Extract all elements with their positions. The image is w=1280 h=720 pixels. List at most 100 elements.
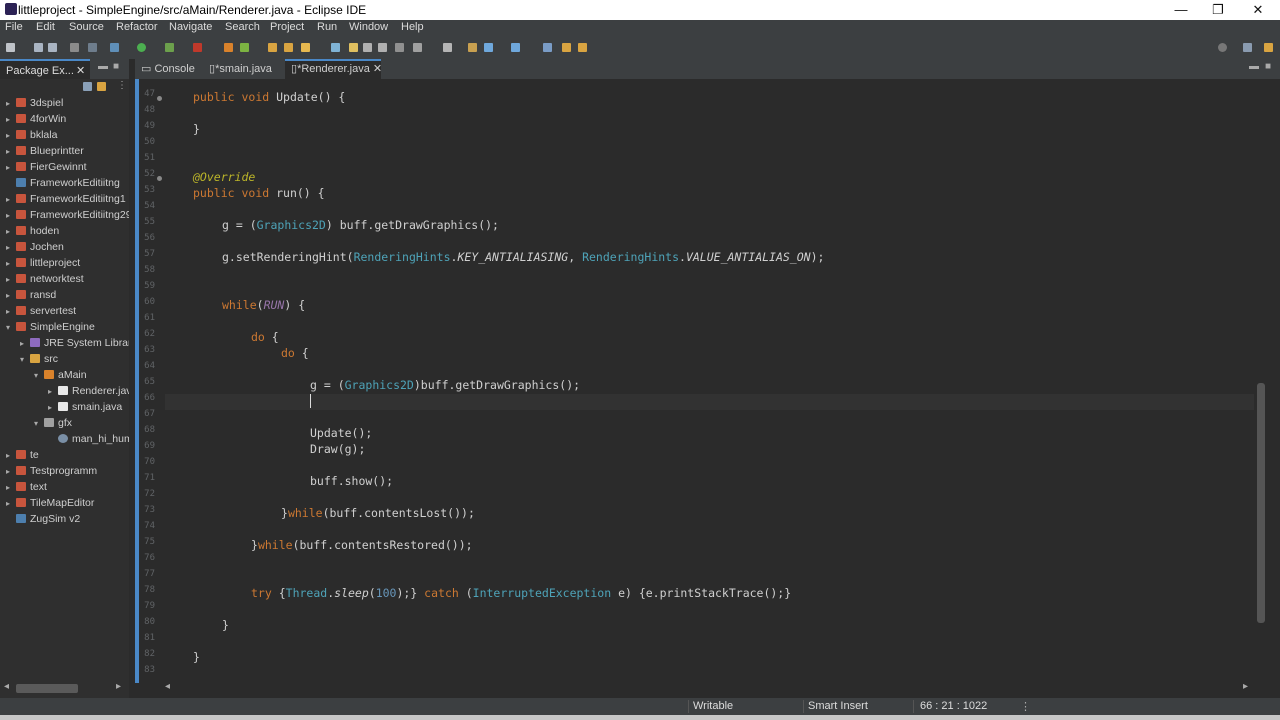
expand-arrow-icon[interactable]: ▸ xyxy=(20,336,30,352)
tree-item[interactable]: ▸ Blueprintter xyxy=(6,143,84,159)
tree-item[interactable]: ▸ text xyxy=(6,479,47,495)
view-menu-icon[interactable]: ⋮ xyxy=(117,80,127,91)
expand-arrow-icon[interactable]: ▾ xyxy=(34,416,44,432)
expand-arrow-icon[interactable]: ▸ xyxy=(6,496,16,512)
status-cursor-position[interactable]: 66 : 21 : 1022 xyxy=(920,700,987,712)
tree-item[interactable]: ▸ servertest xyxy=(6,303,76,319)
java-perspective-right-icon[interactable] xyxy=(1264,43,1273,52)
expand-arrow-icon[interactable]: ▸ xyxy=(6,208,16,224)
show-whitespace-icon[interactable] xyxy=(378,43,387,52)
tree-item[interactable]: ▸ littleproject xyxy=(6,255,80,271)
search-icon[interactable] xyxy=(1218,43,1227,52)
tree-item[interactable]: ZugSim v2 xyxy=(6,511,80,527)
scroll-right-icon[interactable]: ▸ xyxy=(116,681,121,692)
tab-console[interactable]: ▭ Console xyxy=(135,59,203,79)
maximize-editor-icon[interactable]: ■ xyxy=(1265,61,1271,72)
expand-arrow-icon[interactable]: ▾ xyxy=(34,368,44,384)
expand-arrow-icon[interactable]: ▸ xyxy=(6,288,16,304)
expand-arrow-icon[interactable]: ▸ xyxy=(48,400,58,416)
external-tools-icon[interactable] xyxy=(193,43,202,52)
close-icon[interactable]: ✕ xyxy=(373,63,382,75)
expand-arrow-icon[interactable]: ▸ xyxy=(6,224,16,240)
close-window-button[interactable]: ✕ xyxy=(1240,0,1276,20)
run-icon[interactable] xyxy=(137,43,146,52)
tree-item[interactable]: FrameworkEditiitng xyxy=(6,175,120,191)
expand-arrow-icon[interactable]: ▸ xyxy=(6,448,16,464)
debug-perspective-icon[interactable] xyxy=(578,43,587,52)
tree-item[interactable]: ▸ bklala xyxy=(6,127,57,143)
menu-project[interactable]: Project xyxy=(270,21,304,33)
new-icon[interactable] xyxy=(6,43,15,52)
expand-arrow-icon[interactable]: ▸ xyxy=(6,272,16,288)
print-icon[interactable] xyxy=(70,43,79,52)
new-package-icon[interactable] xyxy=(240,43,249,52)
expand-arrow-icon[interactable]: ▸ xyxy=(6,192,16,208)
next-annotation-icon[interactable] xyxy=(413,43,422,52)
expand-arrow-icon[interactable]: ▸ xyxy=(6,480,16,496)
scroll-right-icon[interactable]: ▸ xyxy=(1243,681,1248,692)
open-perspective-right-icon[interactable] xyxy=(1243,43,1252,52)
tree-item[interactable]: ▸ JRE System Library xyxy=(20,335,137,351)
scroll-left-icon[interactable]: ◂ xyxy=(4,681,9,692)
status-menu-icon[interactable]: ⋮ xyxy=(1020,700,1031,713)
scrollbar-thumb[interactable] xyxy=(1257,383,1265,623)
maximize-button[interactable]: ❐ xyxy=(1200,0,1236,20)
tab-package-explorer[interactable]: Package Ex... ✕ xyxy=(0,59,90,79)
tree-item[interactable]: ▸ FierGewinnt xyxy=(6,159,87,175)
tree-item[interactable]: ▸ ransd xyxy=(6,287,56,303)
collapse-all-icon[interactable] xyxy=(83,82,92,91)
tab-renderer-java[interactable]: ▯*Renderer.java ✕ xyxy=(285,59,382,79)
expand-arrow-icon[interactable]: ▸ xyxy=(6,144,16,160)
tree-item[interactable]: ▸ hoden xyxy=(6,223,59,239)
last-edit-icon[interactable] xyxy=(468,43,477,52)
editor-vertical-scrollbar[interactable] xyxy=(1254,83,1268,683)
tree-item[interactable]: ▸ Testprogramm xyxy=(6,463,97,479)
forward-icon[interactable] xyxy=(511,43,520,52)
expand-arrow-icon[interactable]: ▸ xyxy=(6,256,16,272)
menu-file[interactable]: File xyxy=(5,21,23,33)
tree-item[interactable]: ▾ src xyxy=(20,351,58,367)
open-perspective-icon[interactable] xyxy=(543,43,552,52)
menu-edit[interactable]: Edit xyxy=(36,21,55,33)
expand-arrow-icon[interactable]: ▸ xyxy=(6,464,16,480)
tree-item[interactable]: ▾ SimpleEngine xyxy=(6,319,95,335)
code-editor[interactable]: public void Update() { } @Override publi… xyxy=(193,79,1253,683)
annotation-icon[interactable] xyxy=(331,43,340,52)
save-all-icon[interactable] xyxy=(48,43,57,52)
expand-arrow-icon[interactable]: ▸ xyxy=(6,160,16,176)
explorer-horizontal-scrollbar[interactable]: ◂ ▸ xyxy=(0,681,129,696)
scroll-left-icon[interactable]: ◂ xyxy=(165,681,170,692)
expand-arrow-icon[interactable]: ▸ xyxy=(6,112,16,128)
menu-help[interactable]: Help xyxy=(401,21,424,33)
expand-arrow-icon[interactable]: ▸ xyxy=(6,128,16,144)
link-with-editor-icon[interactable] xyxy=(97,82,106,91)
tree-item[interactable]: ▾ aMain xyxy=(34,367,87,383)
pin-icon[interactable] xyxy=(395,43,404,52)
prev-annotation-icon[interactable] xyxy=(443,43,452,52)
expand-arrow-icon[interactable]: ▸ xyxy=(48,384,58,400)
tree-item[interactable]: ▸ networktest xyxy=(6,271,84,287)
java-perspective-icon[interactable] xyxy=(562,43,571,52)
debug-icon[interactable] xyxy=(110,43,119,52)
fold-marker-icon[interactable] xyxy=(157,176,162,181)
tree-item[interactable]: ▸ FrameworkEditiitng1 xyxy=(6,191,126,207)
new-java-project-icon[interactable] xyxy=(224,43,233,52)
expand-arrow-icon[interactable]: ▸ xyxy=(6,96,16,112)
tree-item[interactable]: ▸ Renderer.jav xyxy=(48,383,132,399)
skip-breakpoints-icon[interactable] xyxy=(88,43,97,52)
tree-item[interactable]: ▸ Jochen xyxy=(6,239,64,255)
editor-horizontal-scrollbar[interactable]: ◂ ▸ xyxy=(165,681,1250,695)
tree-item[interactable]: ▾ gfx xyxy=(34,415,72,431)
open-type-icon[interactable] xyxy=(284,43,293,52)
menu-window[interactable]: Window xyxy=(349,21,388,33)
scrollbar-thumb[interactable] xyxy=(16,684,78,693)
tree-item[interactable]: ▸ 3dspiel xyxy=(6,95,63,111)
search-toolbar-icon[interactable] xyxy=(301,43,310,52)
minimize-button[interactable]: — xyxy=(1163,0,1199,20)
overview-ruler[interactable] xyxy=(1270,79,1278,683)
tree-item[interactable]: ▸ smain.java xyxy=(48,399,122,415)
tree-item[interactable]: ▸ TileMapEditor xyxy=(6,495,94,511)
close-icon[interactable]: ✕ xyxy=(76,61,85,81)
new-class-icon[interactable] xyxy=(268,43,277,52)
status-insert-mode[interactable]: Smart Insert xyxy=(808,700,868,712)
